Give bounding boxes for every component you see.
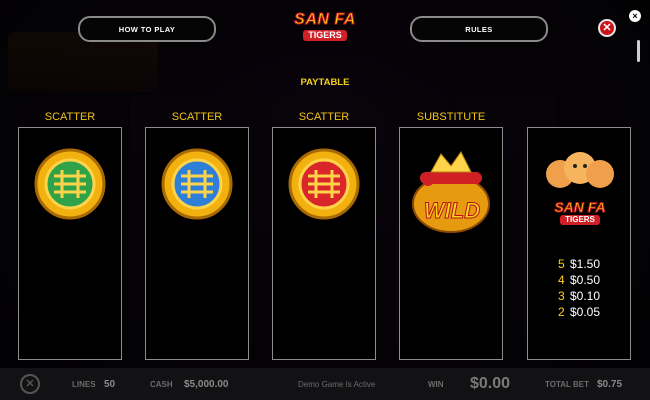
wild-text: WILD — [423, 198, 481, 224]
settings-icon[interactable]: ✕ — [20, 374, 40, 394]
cash-label: CASH — [150, 380, 173, 389]
symbol-label: SUBSTITUTE — [416, 111, 486, 123]
tiger-faces-icon — [546, 152, 614, 188]
scrollbar[interactable] — [637, 40, 640, 62]
logo-line-1: SAN FA — [554, 199, 606, 216]
payout-count: 4 — [558, 273, 565, 287]
symbol-card: WILD — [399, 127, 503, 360]
win-label: WIN — [428, 380, 444, 389]
payout-amount: $0.05 — [570, 305, 601, 319]
total-bet-label: TOTAL BET — [545, 380, 589, 389]
blue-coin-icon — [161, 148, 233, 220]
tigers-logo-icon: SAN FA TIGERS — [542, 148, 618, 228]
total-bet-value: $0.75 — [597, 379, 623, 390]
symbol-card: SAN FA TIGERS 5 $1.50 4 $0.50 3 $0.10 2 $0.0… — [527, 127, 631, 360]
payout-list: 5 $1.50 4 $0.50 3 $0.10 2 $0.05 — [558, 256, 600, 320]
red-coin-icon — [288, 148, 360, 220]
payout-amount: $0.10 — [570, 289, 601, 303]
close-icon[interactable]: ✕ — [598, 19, 616, 37]
symbol-card — [18, 127, 122, 360]
bottom-status-bar: ✕ LINES 50 CASH $5,000.00 Demo Game Is A… — [0, 368, 650, 400]
paytable-title: PAYTABLE — [300, 77, 350, 88]
payout-amount: $1.50 — [570, 257, 601, 271]
win-value: $0.00 — [470, 375, 511, 392]
payout-count: 5 — [558, 257, 565, 271]
payout-count: 3 — [558, 289, 565, 303]
brand-line-1: SAN FA — [294, 11, 356, 29]
brand-logo: SAN FA TIGERS — [283, 11, 367, 47]
symbol-label: SCATTER — [298, 111, 350, 123]
symbol-label: SCATTER — [171, 111, 223, 123]
payout-row: 2 $0.05 — [558, 304, 600, 320]
brand-line-2: TIGERS — [303, 30, 347, 41]
demo-status: Demo Game Is Active — [298, 380, 376, 389]
rules-button[interactable]: RULES — [410, 16, 548, 42]
symbol-card — [272, 127, 376, 360]
payout-amount: $0.50 — [570, 273, 601, 287]
green-coin-icon — [34, 148, 106, 220]
symbol-label: SCATTER — [44, 111, 96, 123]
logo-line-2: TIGERS — [560, 215, 600, 225]
payout-row: 3 $0.10 — [558, 288, 600, 304]
symbol-card — [145, 127, 249, 360]
window-close-icon[interactable]: × — [629, 10, 641, 22]
payout-count: 2 — [558, 305, 565, 319]
cash-value: $5,000.00 — [184, 379, 229, 390]
payout-row: 4 $0.50 — [558, 272, 600, 288]
payout-row: 5 $1.50 — [558, 256, 600, 272]
how-to-play-button[interactable]: HOW TO PLAY — [78, 16, 216, 42]
lines-label: LINES — [72, 380, 96, 389]
lines-value: 50 — [104, 379, 116, 390]
